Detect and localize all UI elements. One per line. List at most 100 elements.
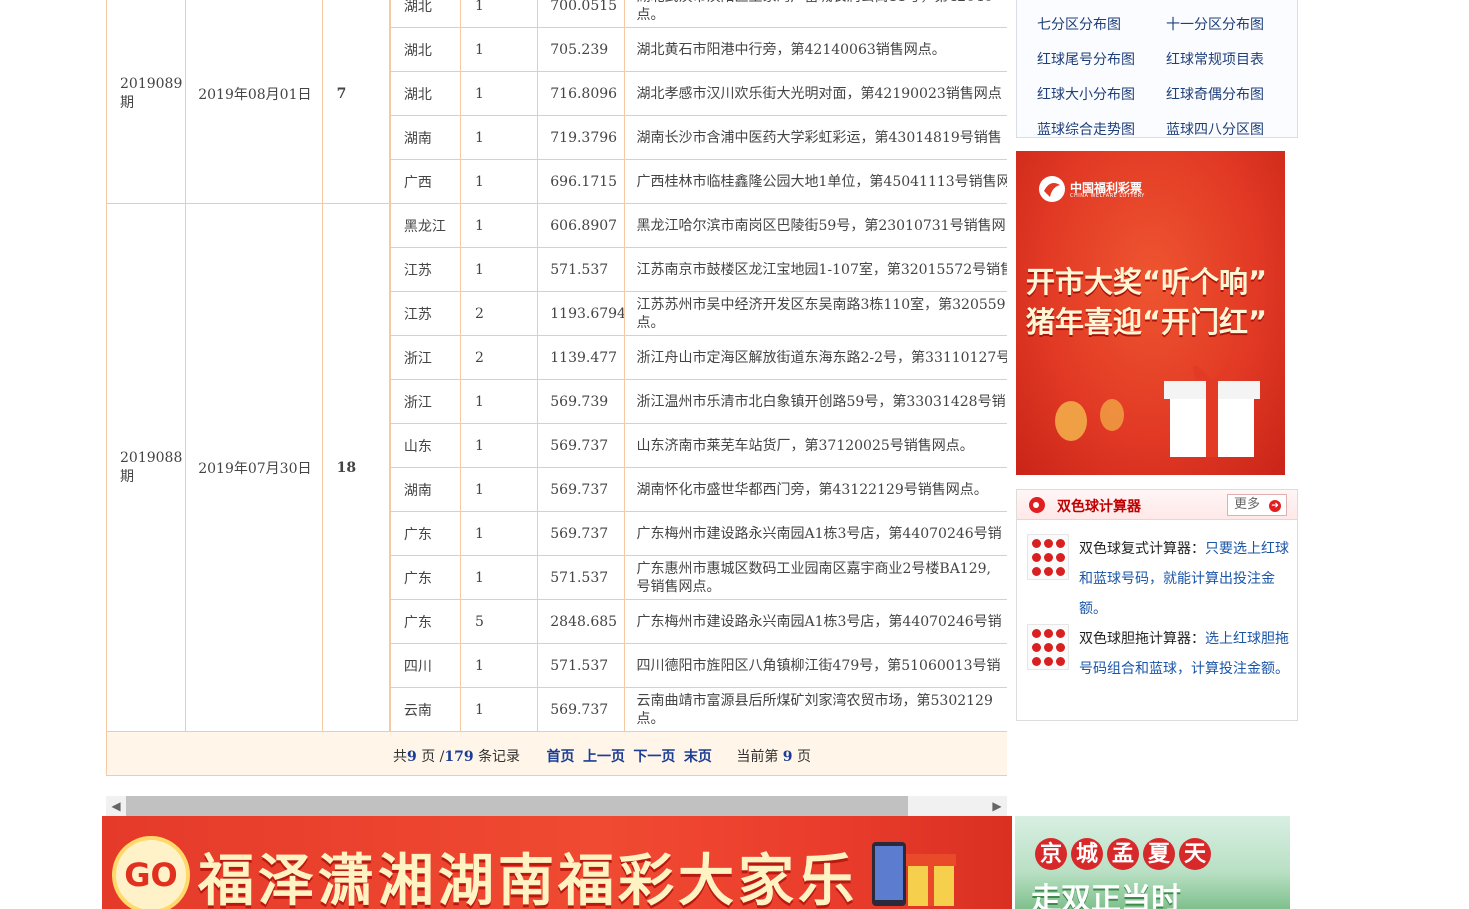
prize-amount-cell: 2848.685 [537, 599, 625, 644]
distribution-link[interactable]: 蓝球四八分区图 [1166, 119, 1264, 139]
logo-subtitle: CHINA WELFARE LOTTERY [1070, 193, 1145, 199]
province-cell: 湖南 [389, 115, 462, 160]
results-table-container: 2019089期2019年08月01日7湖北1700.0515湖北武汉市汉阳区王… [106, 0, 1007, 776]
outlet-address-cell: 广东梅州市建设路永兴南园A1栋3号店，第44070246号销 [623, 599, 1007, 644]
bet-count-cell: 1 [460, 423, 539, 468]
address-line: 江苏苏州市吴中经济开发区东吴南路3栋110室，第320559 [636, 296, 1006, 313]
pager-total-records: 179 [444, 749, 474, 765]
ball-dot [1032, 643, 1041, 652]
prize-amount-cell: 696.1715 [537, 159, 625, 204]
draw-date-cell: 2019年08月01日 [185, 0, 323, 204]
prize-amount-cell: 569.739 [537, 379, 625, 424]
province-cell: 江苏 [389, 247, 462, 292]
more-button[interactable]: 更多 ➜ [1227, 494, 1287, 516]
calculator-name[interactable]: 双色球复式计算器： [1079, 541, 1205, 557]
outlet-address-cell: 广东惠州市惠城区数码工业园南区嘉宇商业2号楼BA129, 号销售网点。 [623, 555, 1007, 600]
winner-count-cell: 18 [321, 203, 390, 732]
outlet-address-cell: 山东济南市莱芜车站货厂，第37120025号销售网点。 [623, 423, 1007, 468]
bet-count-cell: 1 [460, 71, 539, 116]
lottery-calculator-box: 双色球计算器 更多 ➜ 双色球复式计算器：只要选上红球和蓝球号码，就能计算出投注金… [1016, 489, 1298, 721]
address-line: 广西桂林市临桂鑫隆公园大地1单位，第45041113号销售网 [636, 173, 1008, 190]
outlet-address-cell: 湖北孝感市汉川欢乐街大光明对面，第42190023销售网点 [623, 71, 1007, 116]
prize-amount-cell: 719.3796 [537, 115, 625, 160]
next-page-link[interactable]: 下一页 [633, 749, 675, 765]
outlet-address-cell: 湖北武汉市汉阳区王家湾广富城长润公寓11号，第42040点。 [623, 0, 1008, 28]
calculator-header: 双色球计算器 更多 ➜ [1017, 490, 1297, 520]
province-cell: 湖北 [389, 27, 462, 72]
address-line: 江苏南京市鼓楼区龙江宝地园1-107室，第32015572号销售 [636, 261, 1008, 278]
title-char-badge: 天 [1179, 838, 1211, 870]
lantern-decoration-icon [1055, 399, 1124, 441]
bet-count-cell: 1 [460, 247, 539, 292]
address-line: 广东惠州市惠城区数码工业园南区嘉宇商业2号楼BA129, [636, 560, 991, 577]
gift-phone-illustration-icon [872, 842, 956, 906]
distribution-link[interactable]: 红球常规项目表 [1166, 49, 1264, 69]
province-cell: 广东 [389, 599, 462, 644]
calculator-name[interactable]: 双色球胆拖计算器： [1079, 631, 1205, 647]
province-cell: 广西 [389, 159, 462, 204]
prize-amount-cell: 705.239 [537, 27, 625, 72]
title-char-badge: 京 [1035, 838, 1067, 870]
address-line: 广东梅州市建设路永兴南园A1栋3号店，第44070246号销 [636, 525, 1002, 542]
issue-cell: 2019088期 [106, 203, 187, 732]
address-line: 湖南怀化市盛世华都西门旁，第43122129号销售网点。 [636, 481, 988, 498]
bet-count-cell: 1 [460, 379, 539, 424]
distribution-link[interactable]: 七分区分布图 [1037, 14, 1121, 34]
outlet-address-cell: 湖南怀化市盛世华都西门旁，第43122129号销售网点。 [623, 467, 1007, 512]
prev-page-link[interactable]: 上一页 [583, 749, 625, 765]
outlet-address-cell: 浙江温州市乐清市北白象镇开创路59号，第33031428号销 [623, 379, 1007, 424]
winner-count-cell: 7 [321, 0, 390, 204]
last-page-link[interactable]: 末页 [684, 749, 712, 765]
prize-amount-cell: 569.737 [537, 467, 625, 512]
lottery-balls-icon [1027, 624, 1069, 670]
bet-count-cell: 1 [460, 511, 539, 556]
title-char-badge: 夏 [1143, 838, 1175, 870]
banner2-title: 京城孟夏天 [1035, 838, 1215, 870]
horizontal-scrollbar[interactable]: ◀ ▶ [106, 796, 1007, 816]
jingcheng-summer-banner[interactable]: 京城孟夏天 走双正当时 [1015, 816, 1290, 909]
address-line: 湖北武汉市汉阳区王家湾广富城长润公寓11号，第42040 [637, 0, 1008, 6]
province-cell: 黑龙江 [389, 203, 462, 248]
outlet-address-cell: 浙江舟山市定海区解放街道东海东路2-2号，第33110127号 [623, 335, 1007, 380]
prize-amount-cell: 569.737 [537, 511, 625, 556]
bet-count-cell: 1 [460, 643, 539, 688]
ball-dot [1032, 567, 1041, 576]
distribution-link[interactable]: 十一分区分布图 [1166, 14, 1264, 34]
province-cell: 湖北 [389, 71, 462, 116]
prize-amount-cell: 571.537 [537, 643, 625, 688]
province-cell: 四川 [389, 643, 462, 688]
distribution-link[interactable]: 红球大小分布图 [1037, 84, 1135, 104]
distribution-link[interactable]: 蓝球综合走势图 [1037, 119, 1135, 139]
province-cell: 山东 [389, 423, 462, 468]
prize-amount-cell: 700.0515 [537, 0, 625, 28]
scrollbar-thumb[interactable] [126, 796, 908, 816]
prize-amount-cell: 716.8096 [537, 71, 625, 116]
outlet-address-cell: 湖北黄石市阳港中行旁，第42140063销售网点。 [623, 27, 1007, 72]
address-line: 点。 [636, 314, 665, 331]
ball-dot [1044, 657, 1053, 666]
outlet-address-cell: 江苏南京市鼓楼区龙江宝地园1-107室，第32015572号销售 [623, 247, 1008, 292]
address-line: 湖北黄石市阳港中行旁，第42140063销售网点。 [636, 41, 946, 58]
calculator-description: 双色球胆拖计算器：选上红球胆拖号码组合和蓝球，计算投注金额。 [1079, 624, 1289, 684]
prize-amount-cell: 569.737 [537, 687, 625, 732]
bet-count-cell: 1 [460, 555, 539, 600]
prize-amount-cell: 606.8907 [537, 203, 625, 248]
outlet-address-cell: 云南曲靖市富源县后所煤矿刘家湾农贸市场，第5302129 点。 [623, 687, 1007, 732]
bet-count-cell: 1 [460, 0, 539, 28]
welfare-lottery-promo-banner[interactable]: 中国福利彩票 CHINA WELFARE LOTTERY 开市大奖“听个响” 猪… [1016, 151, 1285, 475]
scroll-right-arrow-icon[interactable]: ▶ [987, 796, 1007, 816]
address-line: 湖南长沙市含浦中医药大学彩虹彩运，第43014819号销售 [636, 129, 1002, 146]
pagination-bar: 共9 页 /179 条记录 首页 上一页 下一页 末页 当前第 9 页 [106, 731, 1007, 776]
first-page-link[interactable]: 首页 [547, 749, 575, 765]
ball-dot [1032, 629, 1041, 638]
scroll-left-arrow-icon[interactable]: ◀ [106, 796, 126, 816]
prize-amount-cell: 571.537 [537, 247, 625, 292]
province-cell: 广东 [389, 511, 462, 556]
distribution-link[interactable]: 红球尾号分布图 [1037, 49, 1135, 69]
calculator-title: 双色球计算器 [1057, 499, 1141, 515]
province-cell: 广东 [389, 555, 462, 600]
province-cell: 浙江 [389, 379, 462, 424]
distribution-link[interactable]: 红球奇偶分布图 [1166, 84, 1264, 104]
go-badge: GO [112, 836, 190, 909]
hunan-lottery-banner[interactable]: GO 福泽潇湘湖南福彩大家乐 [102, 816, 1012, 909]
